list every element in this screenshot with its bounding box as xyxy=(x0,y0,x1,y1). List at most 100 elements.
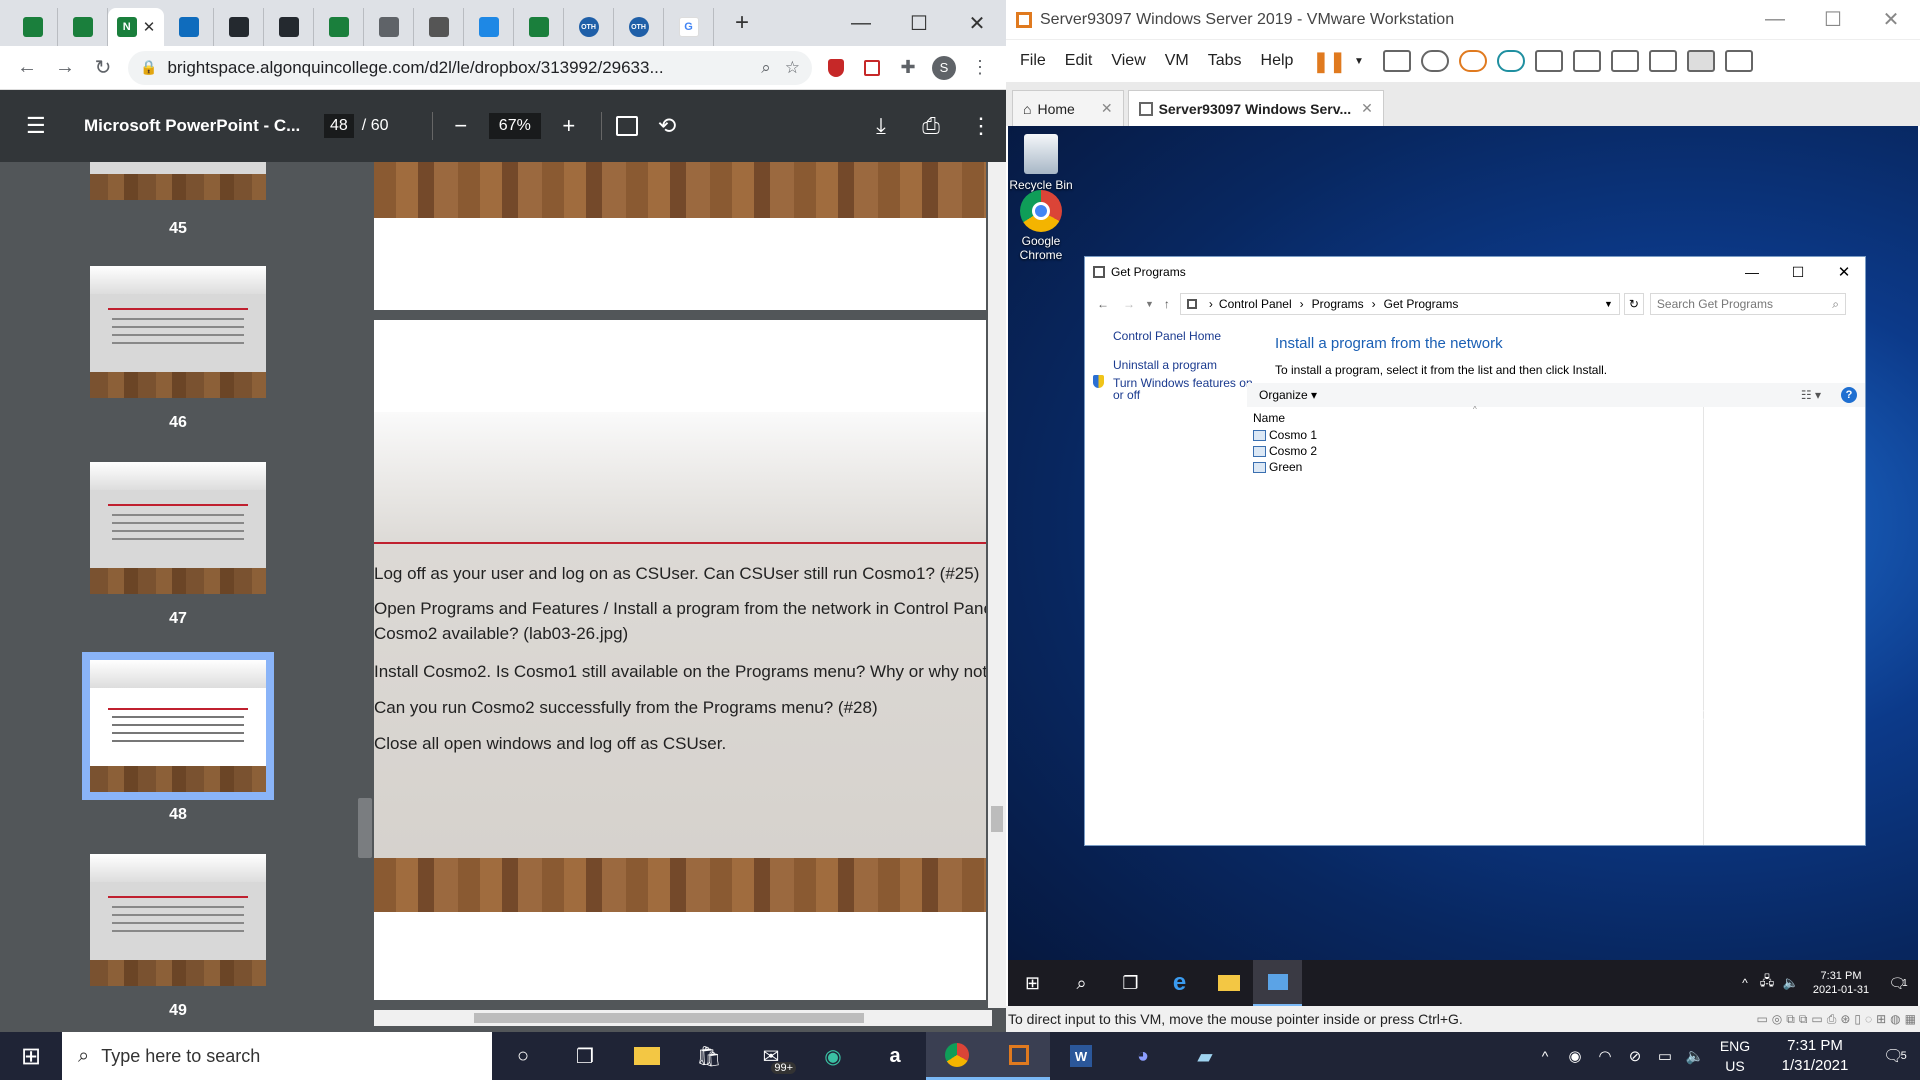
rotate-icon[interactable]: ⟲ xyxy=(658,113,676,139)
reload-icon[interactable]: ↻ xyxy=(84,55,122,80)
guest-clock[interactable]: 7:31 PM 2021-01-31 xyxy=(1804,969,1878,997)
file-explorer-icon[interactable] xyxy=(1204,960,1253,1006)
start-icon[interactable]: ⊞ xyxy=(1008,960,1057,1006)
fit-page-icon[interactable] xyxy=(615,116,638,136)
mail-icon[interactable]: ✉ 99+ xyxy=(740,1032,802,1080)
browser-tab[interactable] xyxy=(414,8,464,46)
store-icon[interactable]: 🛍 xyxy=(678,1032,740,1080)
gp-search-input[interactable]: Search Get Programs ⌕ xyxy=(1649,293,1846,315)
browser-tab[interactable] xyxy=(264,8,314,46)
vm-close-icon[interactable]: ✕ xyxy=(1862,7,1920,32)
gp-minimize-icon[interactable]: — xyxy=(1729,264,1775,280)
browser-tab[interactable] xyxy=(514,8,564,46)
zoom-in-icon[interactable]: + xyxy=(551,113,587,139)
page-number-input[interactable]: 48 xyxy=(324,114,354,138)
recycle-bin[interactable]: Recycle Bin xyxy=(1008,134,1076,192)
pause-icon[interactable]: ❚❚ xyxy=(1312,49,1346,74)
thumbnail-47[interactable] xyxy=(90,462,266,594)
uninstall-program-link[interactable]: Uninstall a program xyxy=(1113,358,1217,372)
profile-avatar[interactable]: S xyxy=(926,53,962,83)
windows-features-link[interactable]: Turn Windows features on or off xyxy=(1113,377,1253,401)
guest-desktop[interactable]: Recycle Bin Google Chrome Get Programs —… xyxy=(1008,126,1918,1006)
pdf-more-icon[interactable]: ⋮ xyxy=(956,113,1006,139)
up-icon[interactable]: ↑ xyxy=(1164,297,1170,311)
puzzle-icon[interactable]: ✚ xyxy=(890,53,926,83)
browser-tab[interactable] xyxy=(214,8,264,46)
menu-kebab-icon[interactable]: ⋮ xyxy=(962,53,998,83)
tray-chevron-icon[interactable]: ^ xyxy=(1530,1032,1560,1080)
breadcrumb[interactable]: › Control Panel › Programs › Get Program… xyxy=(1179,293,1620,315)
browser-tab[interactable]: G xyxy=(664,8,714,46)
help-icon[interactable]: ? xyxy=(1841,387,1857,403)
network-icon[interactable]: 🖧 xyxy=(1756,960,1778,1006)
recent-chevron-icon[interactable]: ▼ xyxy=(1145,299,1154,309)
print-icon[interactable]: ⎙ xyxy=(906,113,956,139)
crumb-programs[interactable]: Programs xyxy=(1312,297,1364,311)
program-item[interactable]: Green xyxy=(1253,459,1317,475)
new-tab-button[interactable]: + xyxy=(722,9,762,37)
program-item[interactable]: Cosmo 1 xyxy=(1253,427,1317,443)
menu-tabs[interactable]: Tabs xyxy=(1208,52,1242,70)
star-icon[interactable]: ☆ xyxy=(785,58,800,78)
discord-icon[interactable]: ◕ xyxy=(1112,1032,1174,1080)
browser-tab[interactable]: N ✕ xyxy=(108,8,164,46)
tab-close-icon[interactable]: ✕ xyxy=(1361,100,1373,117)
crumb-control-panel[interactable]: Control Panel xyxy=(1219,297,1292,311)
notification-icon[interactable]: 🗨 5 xyxy=(1870,1032,1920,1080)
full-screen-icon[interactable] xyxy=(1610,50,1639,72)
zoom-out-icon[interactable]: − xyxy=(443,113,479,139)
gp-close-icon[interactable]: ✕ xyxy=(1821,263,1865,281)
wifi-icon[interactable]: ◠ xyxy=(1590,1032,1620,1080)
url-input[interactable]: 🔒 brightspace.algonquincollege.com/d2l/l… xyxy=(128,50,812,85)
browser-tab[interactable]: OTH xyxy=(614,8,664,46)
chevron-down-icon[interactable]: ▼ xyxy=(1354,56,1364,67)
browser-tab[interactable]: OTH xyxy=(564,8,614,46)
vm-maximize-icon[interactable]: ☐ xyxy=(1804,7,1862,32)
google-chrome-shortcut[interactable]: Google Chrome xyxy=(1008,190,1076,262)
browser-tab[interactable] xyxy=(464,8,514,46)
maximize-icon[interactable]: ☐ xyxy=(890,11,948,36)
menu-edit[interactable]: Edit xyxy=(1065,52,1093,70)
hamburger-icon[interactable]: ☰ xyxy=(26,113,66,139)
edge-icon[interactable]: ◉ xyxy=(802,1032,864,1080)
tab-close-icon[interactable]: ✕ xyxy=(1101,100,1113,117)
library-icon[interactable] xyxy=(1534,50,1563,72)
menu-view[interactable]: View xyxy=(1111,52,1145,70)
forward-icon[interactable]: → xyxy=(46,56,84,79)
thumbnail-49[interactable] xyxy=(90,854,266,986)
tab-close-icon[interactable]: ✕ xyxy=(143,18,156,36)
extension-icon[interactable] xyxy=(854,53,890,83)
amazon-icon[interactable]: a xyxy=(864,1032,926,1080)
device-icons[interactable]: ▭◎⧉⧉▭⎙⊛▯◌⊞◍▦ xyxy=(1756,1012,1920,1027)
snapshot-icon[interactable] xyxy=(1420,50,1449,72)
minimize-icon[interactable]: — xyxy=(832,12,890,35)
back-icon[interactable]: ← xyxy=(1097,297,1109,311)
browser-tab[interactable] xyxy=(8,8,58,46)
vpn-icon[interactable]: ◉ xyxy=(1560,1032,1590,1080)
zoom-value[interactable]: 67% xyxy=(488,113,541,139)
volume-icon[interactable]: 🔈 xyxy=(1778,960,1804,1006)
ie-icon[interactable]: e xyxy=(1155,960,1204,1006)
shield-extension-icon[interactable] xyxy=(818,53,854,83)
menu-file[interactable]: File xyxy=(1020,52,1046,70)
notepad-icon[interactable]: ▰ xyxy=(1174,1032,1236,1080)
horizontal-scrollbar[interactable] xyxy=(374,1010,992,1026)
browser-tab[interactable] xyxy=(58,8,108,46)
language-indicator[interactable]: ENG US xyxy=(1710,1036,1760,1076)
address-dropdown-icon[interactable]: ▼ xyxy=(1604,299,1613,309)
mute-icon[interactable]: ⊘ xyxy=(1620,1032,1650,1080)
unity-icon[interactable] xyxy=(1648,50,1677,72)
browser-tab[interactable] xyxy=(314,8,364,46)
back-icon[interactable]: ← xyxy=(8,56,46,79)
gp-maximize-icon[interactable]: ☐ xyxy=(1775,264,1821,281)
chrome-taskbar-icon[interactable] xyxy=(926,1032,988,1080)
browser-tab[interactable] xyxy=(164,8,214,46)
thumbnail-48[interactable] xyxy=(90,660,266,792)
battery-icon[interactable]: ▭ xyxy=(1650,1032,1680,1080)
column-name-header[interactable]: Name xyxy=(1253,411,1285,425)
tray-chevron-icon[interactable]: ^ xyxy=(1734,960,1756,1006)
host-clock[interactable]: 7:31 PM 1/31/2021 xyxy=(1760,1036,1870,1076)
refresh-icon[interactable]: ↻ xyxy=(1623,293,1644,315)
send-ctrl-alt-del-icon[interactable] xyxy=(1382,50,1411,72)
vm-minimize-icon[interactable]: — xyxy=(1746,8,1804,31)
